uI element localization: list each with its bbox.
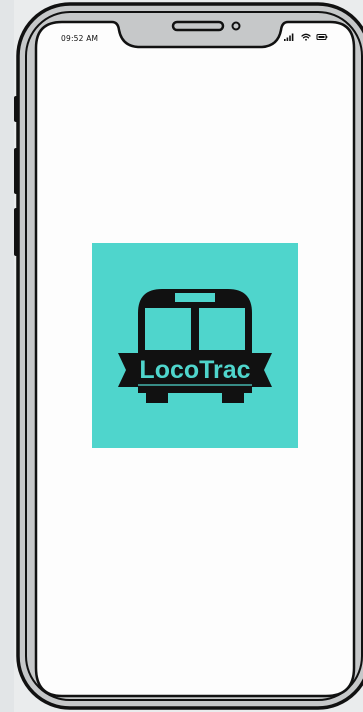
status-time: 09:52 AM [61, 34, 99, 43]
logo-brand-text: LocoTrac [139, 356, 250, 384]
signal-bars-icon [284, 33, 294, 41]
battery-icon [316, 33, 328, 41]
status-icons [284, 33, 328, 41]
wifi-icon [301, 33, 311, 41]
mockup-canvas: 09:52 AM LocoTrac [0, 0, 363, 712]
splash-logo: LocoTrac [92, 243, 298, 448]
